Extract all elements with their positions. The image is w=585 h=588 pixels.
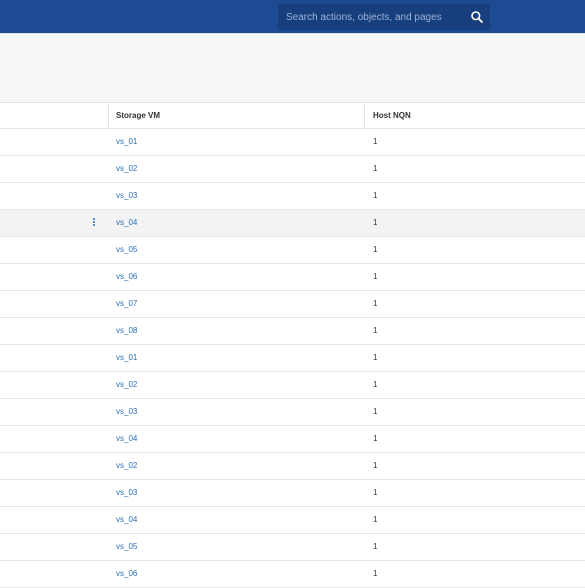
table-row[interactable]: vs_01 1: [0, 129, 585, 156]
host-nqn-cell: 1: [373, 218, 378, 227]
table-row[interactable]: vs_01 1: [0, 345, 585, 372]
storage-vm-link[interactable]: vs_04: [116, 210, 137, 236]
table-body: vs_01 1 vs_02 1 vs_03 1 vs_04 1 vs_05 1 vs_06 1 vs_0…: [0, 129, 585, 588]
host-nqn-cell: 1: [373, 407, 378, 416]
host-nqn-cell: 1: [373, 434, 378, 443]
host-nqn-cell: 1: [373, 326, 378, 335]
host-nqn-cell: 1: [373, 164, 378, 173]
table-row[interactable]: vs_07 1: [0, 291, 585, 318]
host-nqn-cell: 1: [373, 569, 378, 578]
host-nqn-cell: 1: [373, 245, 378, 254]
storage-vm-link[interactable]: vs_04: [116, 426, 137, 452]
table-toolbar-area: [0, 33, 585, 102]
table-row[interactable]: vs_03 1: [0, 480, 585, 507]
table-row[interactable]: vs_04 1: [0, 507, 585, 534]
table-row[interactable]: vs_02 1: [0, 453, 585, 480]
table-row[interactable]: vs_05 1: [0, 237, 585, 264]
storage-vm-link[interactable]: vs_01: [116, 129, 137, 155]
host-nqn-cell: 1: [373, 137, 378, 146]
storage-vm-link[interactable]: vs_02: [116, 156, 137, 182]
column-header-storage-vm[interactable]: Storage VM: [116, 103, 160, 129]
host-nqn-cell: 1: [373, 380, 378, 389]
search-input[interactable]: [278, 4, 476, 30]
storage-vm-link[interactable]: vs_06: [116, 264, 137, 290]
host-nqn-cell: 1: [373, 272, 378, 281]
table-row[interactable]: vs_06 1: [0, 561, 585, 588]
column-divider: [364, 103, 365, 129]
table-row[interactable]: vs_05 1: [0, 534, 585, 561]
storage-vm-link[interactable]: vs_03: [116, 480, 137, 506]
more-vertical-icon[interactable]: [91, 217, 97, 229]
storage-vm-link[interactable]: vs_07: [116, 291, 137, 317]
storage-vm-link[interactable]: vs_06: [116, 561, 137, 587]
host-nqn-cell: 1: [373, 488, 378, 497]
storage-vm-link[interactable]: vs_08: [116, 318, 137, 344]
storage-vm-link[interactable]: vs_05: [116, 237, 137, 263]
table-header-row: Storage VM Host NQN: [0, 102, 585, 129]
storage-vm-link[interactable]: vs_02: [116, 372, 137, 398]
storage-vm-link[interactable]: vs_04: [116, 507, 137, 533]
storage-vm-link[interactable]: vs_05: [116, 534, 137, 560]
table-row[interactable]: vs_02 1: [0, 156, 585, 183]
table-row[interactable]: vs_04 1: [0, 426, 585, 453]
table-row[interactable]: vs_03 1: [0, 399, 585, 426]
host-nqn-cell: 1: [373, 515, 378, 524]
table-row[interactable]: vs_06 1: [0, 264, 585, 291]
search-icon[interactable]: [470, 10, 484, 24]
host-nqn-cell: 1: [373, 299, 378, 308]
host-nqn-cell: 1: [373, 461, 378, 470]
host-nqn-cell: 1: [373, 353, 378, 362]
table-row[interactable]: vs_02 1: [0, 372, 585, 399]
table-row[interactable]: vs_08 1: [0, 318, 585, 345]
host-nqn-cell: 1: [373, 191, 378, 200]
table-row[interactable]: vs_03 1: [0, 183, 585, 210]
storage-vm-link[interactable]: vs_02: [116, 453, 137, 479]
column-divider: [108, 103, 109, 129]
host-nqn-cell: 1: [373, 542, 378, 551]
global-search[interactable]: [278, 4, 490, 30]
top-navigation-bar: [0, 0, 585, 33]
column-header-host-nqn[interactable]: Host NQN: [373, 103, 411, 129]
hosts-table: Storage VM Host NQN vs_01 1 vs_02 1 vs_03 1 vs…: [0, 102, 585, 588]
storage-vm-link[interactable]: vs_01: [116, 345, 137, 371]
storage-vm-link[interactable]: vs_03: [116, 183, 137, 209]
storage-vm-link[interactable]: vs_03: [116, 399, 137, 425]
table-row[interactable]: vs_04 1: [0, 210, 585, 237]
